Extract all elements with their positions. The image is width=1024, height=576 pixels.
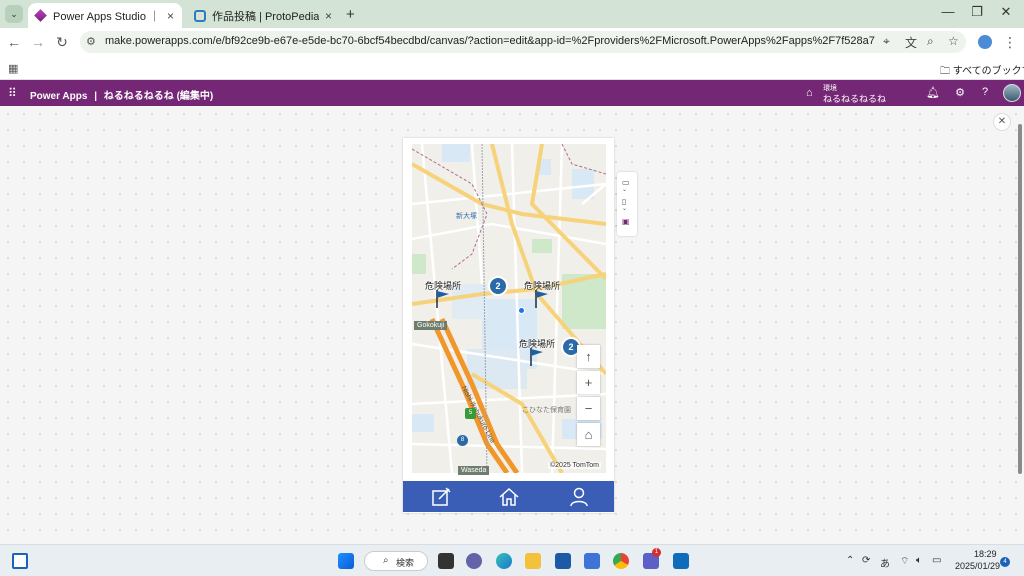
zoom-icon[interactable]: ⌕ [927,34,934,49]
user-avatar[interactable] [1003,84,1021,102]
all-bookmarks-label: すべてのブックマーク [952,66,1024,77]
compass-button[interactable]: ↑ [577,345,600,368]
environment-name[interactable]: ねるねるねるね [823,92,886,105]
bookmark-star-icon[interactable]: ☆ [948,34,959,48]
teams-badge: 1 [652,548,661,557]
notification-bell-icon[interactable]: 🔔︎ [926,86,940,99]
chat-icon[interactable] [466,553,482,569]
canvas-scrollbar[interactable] [1018,124,1022,474]
maximize-button[interactable]: ❐ [967,4,987,20]
task-view-icon[interactable] [438,553,454,569]
outlook-icon[interactable] [673,553,689,569]
clock-time[interactable]: 18:29 [974,549,997,559]
canvas-close-icon[interactable]: ✕ [993,113,1011,131]
route-shield: 5 [465,408,476,419]
url-text[interactable]: make.powerapps.com/e/bf92ce9b-e67e-e5de-… [105,35,875,47]
place-label-gokokuji: Gokokuji [414,321,448,330]
chrome-icon[interactable] [613,553,629,569]
file-explorer-icon[interactable] [525,553,541,569]
flag-marker-icon[interactable] [535,290,549,308]
ime-indicator[interactable]: あ [880,555,890,570]
zoom-in-button[interactable]: + [577,371,600,394]
widgets-icon[interactable] [12,553,28,569]
app-view-icon[interactable]: ▣ [622,217,630,226]
tab-close-icon[interactable]: × [167,9,174,23]
new-tab-button[interactable]: + [346,6,355,23]
reload-icon[interactable]: ↻ [54,34,70,50]
app-icon[interactable] [584,553,600,569]
menu-icon[interactable]: ⋮ [1002,34,1018,50]
tab-title: Power Apps Studio ｜ ねるねるね [53,10,161,23]
zoom-out-button[interactable]: − [577,397,600,420]
battery-icon[interactable]: ▭ [932,555,941,566]
start-icon[interactable] [338,553,354,569]
cluster-marker[interactable]: 2 [488,276,508,296]
sync-icon[interactable]: ⟳ [862,555,870,566]
waffle-icon[interactable]: ⠿ [8,86,17,100]
environment-icon[interactable]: ⌂ [806,87,813,99]
place-text: こひなた保育園 [522,407,571,414]
settings-gear-icon[interactable]: ⚙ [953,86,967,99]
taskbar-search[interactable]: ⌕ 検索 [364,551,428,571]
chevron-down-icon: ⌄ [622,187,628,193]
chevron-up-icon[interactable]: ⌃ [846,555,854,566]
title-separator: | [94,91,98,102]
current-location-dot [518,307,525,314]
profile-icon[interactable] [978,35,992,49]
translate-icon[interactable]: 文 [905,34,917,51]
close-window-button[interactable]: ✕ [996,4,1016,20]
minimize-button[interactable]: — [938,4,958,19]
help-icon[interactable]: ? [978,86,992,98]
edge-icon[interactable] [496,553,512,569]
home-icon[interactable] [497,485,521,509]
edit-icon[interactable] [429,485,453,509]
flag-marker-icon[interactable] [436,290,450,308]
apps-grid-icon[interactable]: ▦ [8,62,18,75]
browser-tabstrip: ⌄ Power Apps Studio ｜ ねるねるね × 作品投稿 | Pro… [0,0,1024,28]
tab-close-icon[interactable]: × [325,9,332,23]
chevron-down-icon: ⌄ [622,206,628,212]
forward-icon[interactable]: → [30,34,46,50]
app-title: Power Apps | ねるねるねるね (編集中) [30,87,213,102]
address-bar[interactable]: ⚙ make.powerapps.com/e/bf92ce9b-e67e-e5d… [80,31,966,53]
tab-title: 作品投稿 | ProtoPedia [212,10,319,23]
wifi-icon[interactable]: ⌔ [900,555,909,568]
site-info-icon[interactable]: ⚙ [86,35,96,48]
map-copyright: ©2025 TomTom [548,462,601,469]
back-icon[interactable]: ← [6,34,22,50]
protopedia-favicon-icon [194,9,206,22]
browser-toolbar: ← → ↻ ⚙ make.powerapps.com/e/bf92ce9b-e6… [0,28,1024,56]
route-shield: 8 [457,435,468,446]
location-icon[interactable]: ⌖ [883,34,890,49]
powerapps-header: ⠿ Power Apps | ねるねるねるね (編集中) ⌂ 環境 ねるねるねる… [0,80,1024,106]
search-icon: ⌕ [383,555,389,566]
all-bookmarks-link[interactable]: 🗀 すべてのブックマーク [940,62,1024,81]
tab-protopedia[interactable]: 作品投稿 | ProtoPedia × [186,3,340,28]
clock-date[interactable]: 2025/01/29 [955,561,1000,571]
brand-name: Power Apps [30,91,88,102]
station-label: 新大塚 [456,213,477,220]
tab-power-apps[interactable]: Power Apps Studio ｜ ねるねるね × [28,3,182,28]
app-bottom-nav [403,481,614,512]
flag-marker-icon[interactable] [530,348,544,366]
bookmarks-bar: ▦ 🗀 すべてのブックマーク [0,56,1024,80]
tab-search-icon[interactable]: ⌄ [5,5,23,23]
windows-taskbar: ⌕ 検索 ⌃ ⟳ あ ⌔ 🔈︎ ▭ 18:29 2025/01/29 4 [0,544,1024,576]
device-toolbar: ▭ ⌄ ▯ ⌄ ▣ [617,172,637,236]
folder-icon: 🗀 [940,66,950,77]
tilt-button[interactable]: ⌂ [577,423,600,446]
speaker-icon[interactable]: 🔈︎ [916,555,922,566]
notification-count[interactable]: 4 [1000,557,1010,567]
place-label-waseda: Waseda [458,466,490,475]
person-icon[interactable] [567,485,591,509]
store-icon[interactable] [555,553,571,569]
power-apps-favicon-icon [34,9,47,22]
app-name: ねるねるねるね (編集中) [103,91,214,102]
search-label: 検索 [396,558,415,568]
